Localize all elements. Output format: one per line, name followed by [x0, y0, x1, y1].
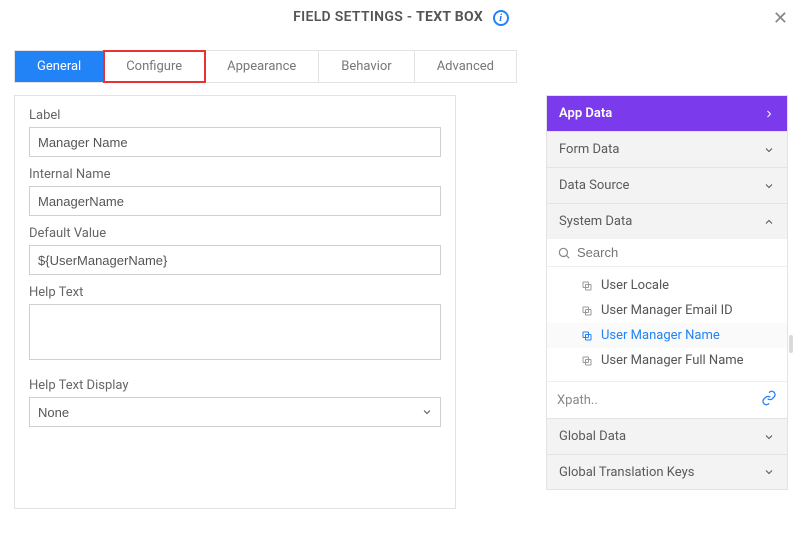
xpath-row: Xpath..: [547, 381, 787, 418]
global-translation-label: Global Translation Keys: [559, 465, 694, 480]
link-icon[interactable]: [761, 390, 777, 410]
system-data-header[interactable]: System Data: [546, 203, 788, 239]
info-icon[interactable]: i: [493, 10, 509, 26]
tab-advanced[interactable]: Advanced: [415, 51, 516, 82]
default-value-input[interactable]: [29, 245, 441, 275]
title-prefix: FIELD SETTINGS -: [293, 9, 416, 25]
app-data-header[interactable]: App Data: [546, 95, 788, 131]
global-data-label: Global Data: [559, 429, 626, 444]
label-label: Label: [29, 108, 441, 123]
chevron-down-icon: [763, 466, 775, 478]
list-item[interactable]: User Manager Name: [547, 323, 787, 348]
system-data-search-input[interactable]: [577, 245, 777, 260]
tab-configure[interactable]: Configure: [104, 51, 205, 82]
list-item-label: User Manager Name: [601, 328, 720, 343]
close-icon[interactable]: ✕: [773, 8, 788, 29]
help-text-label: Help Text: [29, 285, 441, 300]
tab-bar: General Configure Appearance Behavior Ad…: [14, 50, 517, 83]
copy-icon: [581, 305, 593, 317]
form-data-header[interactable]: Form Data: [546, 131, 788, 167]
system-data-search-row: [547, 239, 787, 267]
global-data-header[interactable]: Global Data: [546, 418, 788, 454]
search-icon: [557, 246, 571, 260]
global-translation-header[interactable]: Global Translation Keys: [546, 454, 788, 490]
chevron-down-icon: [763, 431, 775, 443]
list-item-label: User Locale: [601, 278, 669, 293]
help-text-display-label: Help Text Display: [29, 378, 441, 393]
data-source-label: Data Source: [559, 178, 629, 193]
data-source-header[interactable]: Data Source: [546, 167, 788, 203]
list-item[interactable]: User Manager Full Name: [547, 348, 787, 373]
tab-general[interactable]: General: [15, 51, 104, 82]
label-input[interactable]: [29, 127, 441, 157]
copy-icon: [581, 330, 593, 342]
scrollbar-thumb[interactable]: [789, 335, 793, 353]
tab-behavior[interactable]: Behavior: [319, 51, 414, 82]
help-text-display-value[interactable]: [29, 397, 441, 427]
body-row: Label Internal Name Default Value Help T…: [0, 95, 802, 509]
help-text-input[interactable]: [29, 304, 441, 360]
system-data-list: User Locale User Manager Email ID User M…: [547, 267, 787, 381]
system-data-body: User Locale User Manager Email ID User M…: [546, 239, 788, 418]
chevron-down-icon: [763, 144, 775, 156]
list-item-label: User Manager Full Name: [601, 353, 744, 368]
list-item[interactable]: User Locale: [547, 273, 787, 298]
copy-icon: [581, 280, 593, 292]
list-item-label: User Manager Email ID: [601, 303, 733, 318]
dialog-header: FIELD SETTINGS - TEXT BOX i ✕: [0, 0, 802, 34]
copy-icon: [581, 355, 593, 367]
title-type: TEXT BOX: [416, 9, 483, 25]
default-value-label: Default Value: [29, 226, 441, 241]
chevron-down-icon: [763, 180, 775, 192]
chevron-up-icon: [763, 216, 775, 228]
form-data-label: Form Data: [559, 142, 619, 157]
internal-name-input[interactable]: [29, 186, 441, 216]
data-picker-panel: App Data Form Data Data Source System Da…: [546, 95, 788, 490]
dialog-title: FIELD SETTINGS - TEXT BOX i: [293, 9, 509, 26]
system-data-label: System Data: [559, 214, 632, 229]
xpath-label: Xpath..: [557, 393, 598, 408]
tab-appearance[interactable]: Appearance: [205, 51, 319, 82]
list-item[interactable]: User Manager Email ID: [547, 298, 787, 323]
app-data-label: App Data: [559, 106, 612, 121]
internal-name-label: Internal Name: [29, 167, 441, 182]
general-panel: Label Internal Name Default Value Help T…: [14, 95, 456, 509]
chevron-right-icon: [763, 108, 775, 120]
help-text-display-select[interactable]: [29, 397, 441, 427]
